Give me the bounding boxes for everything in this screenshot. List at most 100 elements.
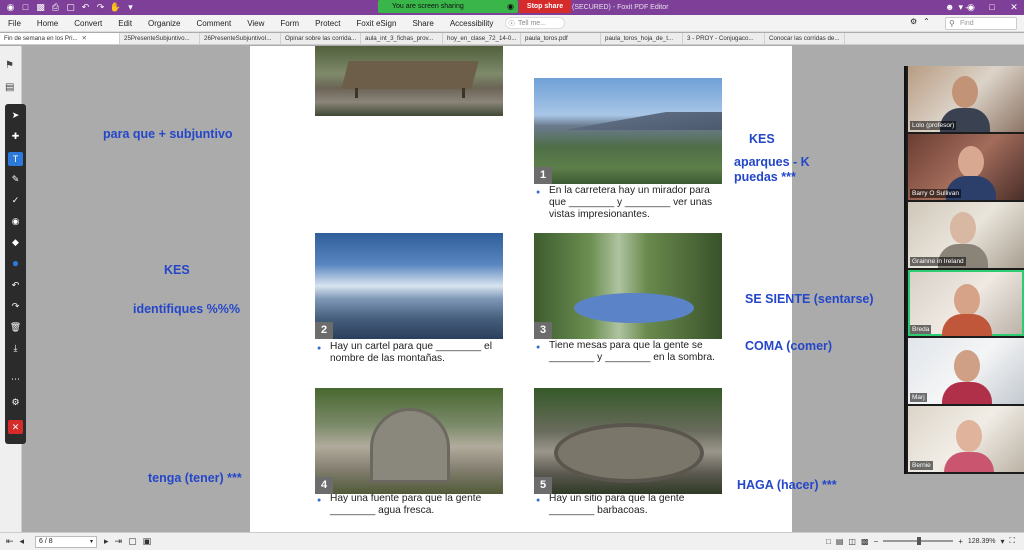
trash-icon[interactable]: 🗑 <box>5 322 26 333</box>
annotation-text[interactable]: para que + subjuntivo <box>103 127 233 142</box>
settings-icon[interactable]: ⚙ <box>5 397 26 408</box>
caption-5: ● Hay un sitio para que la gente _______… <box>536 493 685 516</box>
dropdown-icon[interactable]: ▾ <box>124 1 137 13</box>
menu-home[interactable]: Home <box>29 15 66 32</box>
tab-document[interactable]: paula_toros_hoja_de_t... <box>601 33 683 44</box>
page-number-input[interactable]: 6 / 8 ▾ <box>35 536 97 548</box>
annotation-text[interactable]: COMA (comer) <box>745 339 832 354</box>
tab-document[interactable]: Fin de semana en los Pri... ✕ <box>0 33 120 44</box>
menu-view[interactable]: View <box>239 15 272 32</box>
participant-tile[interactable]: Barry O Sullivan <box>908 134 1024 200</box>
photo-mountain-sign: 2 <box>315 233 503 339</box>
find-input[interactable]: ⚲ Find <box>945 17 1017 30</box>
eraser-icon[interactable]: ◆ <box>5 237 26 248</box>
tell-me-search[interactable]: Tell me... <box>505 17 565 30</box>
fit-page-icon[interactable]: ▢ <box>128 536 137 547</box>
annotation-text[interactable]: KES <box>749 132 775 147</box>
fit-width-icon[interactable]: ▩ <box>861 537 869 546</box>
tab-document[interactable]: Conocar las corridas de... <box>765 33 845 44</box>
tab-document[interactable]: 25PresenteSubjuntivo... <box>120 33 200 44</box>
annotation-text[interactable]: tenga (tener) *** <box>148 471 242 486</box>
menu-foxit-esign[interactable]: Foxit eSign <box>348 15 404 32</box>
annotation-text[interactable]: SE SIENTE (sentarse) <box>745 292 874 307</box>
single-page-icon[interactable]: □ <box>826 537 831 546</box>
tab-document[interactable]: hoy_en_clase_72_14-0... <box>443 33 521 44</box>
move-icon[interactable]: ✚ <box>5 131 26 142</box>
participant-tile[interactable]: Marj <box>908 338 1024 404</box>
tab-document[interactable]: paula_toros.pdf <box>521 33 601 44</box>
menu-edit[interactable]: Edit <box>110 15 140 32</box>
menu-comment[interactable]: Comment <box>189 15 240 32</box>
first-page-icon[interactable]: ⇤ <box>6 536 14 547</box>
pen-icon[interactable]: ✎ <box>5 174 26 185</box>
screen-sharing-indicator[interactable]: You are screen sharing ◉ <box>378 0 518 13</box>
pages-icon[interactable]: ▤ <box>5 82 14 93</box>
settings-icon[interactable]: ⚙ <box>910 17 917 26</box>
continuous-page-icon[interactable]: ▤ <box>836 537 844 546</box>
text-tool-icon[interactable]: T <box>8 152 23 166</box>
annotation-text[interactable]: HAGA (hacer) *** <box>737 478 837 493</box>
zoom-level[interactable]: 128.39% <box>968 538 996 545</box>
select-icon[interactable]: ➤ <box>5 110 26 121</box>
annotation-text[interactable]: identifiques %%% <box>133 302 240 317</box>
more-icon[interactable]: ⋯ <box>5 374 26 385</box>
color-picker-icon[interactable]: ● <box>5 256 26 270</box>
print-icon[interactable]: ⎙ <box>49 1 62 13</box>
undo-icon[interactable]: ↶ <box>79 1 92 13</box>
menu-protect[interactable]: Protect <box>307 15 348 32</box>
close-toolbar-icon[interactable]: ✕ <box>8 420 23 434</box>
chevron-down-icon[interactable]: ▾ <box>958 0 963 15</box>
next-page-icon[interactable]: ▸ <box>104 536 109 547</box>
open-icon[interactable]: □ <box>19 1 32 13</box>
new-icon[interactable]: ▢ <box>64 1 77 13</box>
photo-number-badge: 2 <box>315 322 333 339</box>
redo-icon[interactable]: ↷ <box>5 301 26 312</box>
participant-tile[interactable]: Bernie <box>908 406 1024 472</box>
screenshot-icon[interactable]: ▣ <box>143 536 152 547</box>
hand-tool-icon[interactable]: ✋ <box>109 1 122 13</box>
minimize-icon[interactable]: — <box>964 0 976 15</box>
undo-icon[interactable]: ↶ <box>5 280 26 291</box>
participant-tile[interactable]: Grainne in Ireland <box>908 202 1024 268</box>
close-tab-icon[interactable]: ✕ <box>82 35 87 42</box>
maximize-icon[interactable]: □ <box>986 0 998 15</box>
user-icon[interactable]: ☻ <box>945 0 954 15</box>
annotation-text[interactable]: puedas *** <box>734 170 796 185</box>
download-icon[interactable]: ⤓ <box>5 343 26 354</box>
menu-convert[interactable]: Convert <box>66 15 110 32</box>
save-icon[interactable]: ▩ <box>34 1 47 13</box>
menu-organize[interactable]: Organize <box>140 15 188 32</box>
chevron-up-icon[interactable]: ⌃ <box>923 17 930 26</box>
participant-avatar <box>950 212 976 244</box>
annotation-text[interactable]: aparques - K <box>734 155 810 170</box>
close-icon[interactable]: ✕ <box>1008 0 1020 15</box>
app-logo-icon[interactable]: ◉ <box>4 1 17 13</box>
annotation-text[interactable]: KES <box>164 263 190 278</box>
check-icon[interactable]: ✓ <box>5 195 26 206</box>
participant-tile-active-speaker[interactable]: Breda <box>908 270 1024 336</box>
chevron-down-icon[interactable]: ▾ <box>1001 537 1005 546</box>
participant-tile[interactable]: Lolo (profesor) <box>908 66 1024 132</box>
two-page-icon[interactable]: ◫ <box>848 537 856 546</box>
last-page-icon[interactable]: ⇥ <box>115 536 123 547</box>
tab-document[interactable]: 3 - PROY - Conjugaco... <box>683 33 765 44</box>
tab-document[interactable]: Opinar sobre las corrida... <box>281 33 361 44</box>
zoom-out-icon[interactable]: − <box>874 537 879 546</box>
menu-share[interactable]: Share <box>404 15 441 32</box>
zoom-slider-handle[interactable] <box>917 537 922 545</box>
menu-form[interactable]: Form <box>272 15 307 32</box>
tab-document[interactable]: 26PresenteSubjuntivoI... <box>200 33 281 44</box>
spotlight-icon[interactable]: ◉ <box>5 216 26 227</box>
menu-accessibility[interactable]: Accessibility <box>442 15 502 32</box>
zoom-slider[interactable] <box>883 537 954 545</box>
previous-page-icon[interactable]: ◂ <box>20 536 25 547</box>
menu-file[interactable]: File <box>0 15 29 32</box>
tab-document[interactable]: aula_int_3_fichas_prov... <box>361 33 443 44</box>
caption-1: ● En la carretera hay un mirador para qu… <box>536 185 713 220</box>
zoom-in-icon[interactable]: + <box>958 537 963 546</box>
photo-fountain: 4 <box>315 388 503 494</box>
redo-icon[interactable]: ↷ <box>94 1 107 13</box>
bookmark-icon[interactable]: ⚑ <box>5 60 14 71</box>
fullscreen-icon[interactable]: ⛶ <box>1010 536 1016 546</box>
stop-share-button[interactable]: Stop share <box>519 0 571 13</box>
